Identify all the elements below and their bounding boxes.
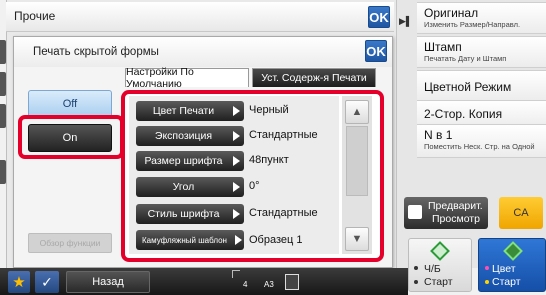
setting-value: Черный <box>249 104 289 116</box>
setting-label: Цвет Печати <box>152 105 215 117</box>
others-ok-button[interactable]: OK <box>368 6 390 28</box>
back-button[interactable]: Назад <box>66 271 150 293</box>
check-icon[interactable]: ✓ <box>35 271 59 293</box>
right-item-label: Штамп <box>424 40 462 54</box>
bw-indicator-dot <box>414 266 418 270</box>
setting-label: Экспозиция <box>154 130 213 142</box>
right-item-sublabel: Изменить Размер/Направл. <box>424 20 521 29</box>
scroll-down-icon[interactable]: ▼ <box>345 227 369 251</box>
bw-start-label-line1: Ч/Б <box>424 263 441 275</box>
off-button[interactable]: Off <box>28 90 112 118</box>
arrow-right-icon <box>233 131 240 141</box>
right-item-sublabel: Печатать Дату и Штамп <box>424 54 507 63</box>
right-item-stamp[interactable]: Штамп Печатать Дату и Штамп <box>417 36 546 68</box>
arrow-right-icon <box>233 182 240 192</box>
copier-screen: Прочие OK ▶▌ Оригинал Изменить Размер/На… <box>0 0 546 295</box>
preview-label-line2: Просмотр <box>432 213 480 225</box>
font-style-button[interactable]: Стиль шрифта <box>136 204 244 224</box>
clear-all-button[interactable]: CA <box>499 197 543 229</box>
setting-value: 48пункт <box>249 154 289 166</box>
camouflage-pattern-button[interactable]: Камуфляжный шаблон <box>136 230 244 250</box>
on-button[interactable]: On <box>28 124 112 152</box>
preview-icon <box>408 205 422 219</box>
right-item-color-mode[interactable]: Цветной Режим <box>417 70 546 102</box>
right-item-label: 2-Стор. Копия <box>424 107 503 121</box>
tab-default-settings[interactable]: Настройки По Умолчанию <box>125 66 249 90</box>
setting-label: Стиль шрифта <box>147 208 220 220</box>
right-item-label: Цветной Режим <box>424 80 512 94</box>
function-preview-button[interactable]: Обзор функции <box>28 233 112 253</box>
color-indicator-dot <box>485 280 489 284</box>
print-color-button[interactable]: Цвет Печати <box>136 101 244 121</box>
scrollbar-thumb[interactable] <box>346 126 368 196</box>
paper-tray-icon <box>232 270 240 278</box>
color-start-label-line1: Цвет <box>492 263 516 275</box>
right-item-original[interactable]: Оригинал Изменить Размер/Направл. <box>417 2 546 34</box>
paper-tray-number: 4 <box>243 280 248 289</box>
bw-indicator-dot <box>414 280 418 284</box>
angle-button[interactable]: Угол <box>136 177 244 197</box>
arrow-right-icon <box>234 235 242 245</box>
arrow-right-icon <box>233 209 240 219</box>
star-icon[interactable]: ★ <box>8 271 30 293</box>
others-header-bar <box>6 2 394 32</box>
preview-label-line1: Предварит. <box>428 200 483 212</box>
bottom-bar <box>0 268 408 295</box>
setting-label: Размер шрифта <box>144 155 223 167</box>
bw-start-label-line2: Старт <box>424 276 453 288</box>
others-title: Прочие <box>14 9 56 23</box>
tab-print-content-settings[interactable]: Уст. Содерж-я Печати <box>252 68 376 87</box>
right-item-n-up[interactable]: N в 1 Поместить Неск. Стр. на Одной <box>417 124 546 158</box>
right-item-label: Оригинал <box>424 6 479 20</box>
right-item-label: N в 1 <box>424 128 453 142</box>
paper-size-label: A3 <box>264 280 274 289</box>
font-size-button[interactable]: Размер шрифта <box>136 151 244 171</box>
color-start-label-line2: Старт <box>492 276 521 288</box>
setting-label: Угол <box>172 181 195 193</box>
setting-label: Камуфляжный шаблон <box>142 235 227 245</box>
panel-expand-icon[interactable]: ▶▌ <box>399 16 412 27</box>
setting-value: Стандартные <box>249 129 318 141</box>
color-indicator-dot <box>485 266 489 270</box>
exposure-button[interactable]: Экспозиция <box>136 126 244 146</box>
dialog-ok-button[interactable]: OK <box>365 40 387 62</box>
setting-value: Образец 1 <box>249 234 303 246</box>
setting-value: 0° <box>249 180 260 192</box>
right-item-sublabel: Поместить Неск. Стр. на Одной <box>424 142 535 151</box>
scroll-up-icon[interactable]: ▲ <box>345 100 369 124</box>
arrow-right-icon <box>233 156 240 166</box>
setting-value: Стандартные <box>249 207 318 219</box>
arrow-right-icon <box>233 106 240 116</box>
dialog-title: Печать скрытой формы <box>33 46 159 58</box>
paper-icon <box>285 274 299 290</box>
